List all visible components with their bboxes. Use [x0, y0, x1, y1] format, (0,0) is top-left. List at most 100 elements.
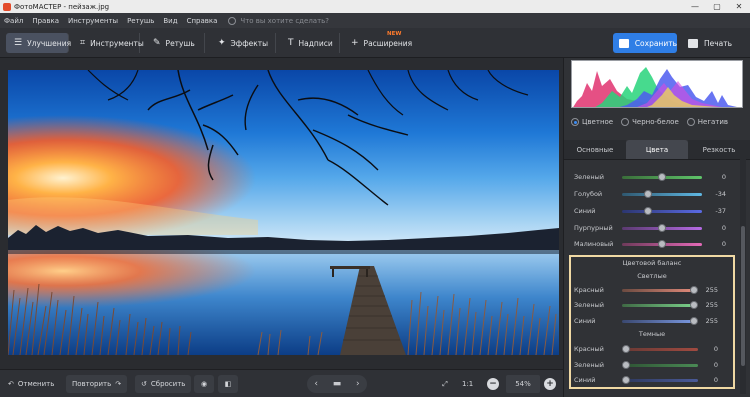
slider-knob[interactable] [658, 173, 666, 181]
preview-toggle-button[interactable]: ◉ [194, 375, 214, 393]
slider-knob[interactable] [622, 376, 630, 384]
tab-tools[interactable]: ⌗ Инструменты [72, 33, 144, 53]
tab-effects[interactable]: ✦ Эффекты [210, 33, 276, 53]
zoom-level[interactable]: 54% [506, 375, 540, 393]
mode-color[interactable]: Цветное [571, 118, 613, 126]
mode-label: Негатив [697, 118, 729, 126]
undo-button[interactable]: ↶ Отменить [8, 375, 54, 393]
slider-value: -37 [715, 207, 726, 215]
fit-screen-button[interactable]: ⤢ [438, 375, 452, 393]
slider-dark-blue[interactable]: Синий 0 [574, 373, 732, 387]
slider-track[interactable] [622, 320, 694, 323]
tab-sharpness[interactable]: Резкость [688, 140, 750, 160]
slider-value: -34 [715, 190, 726, 198]
zoom-out-button[interactable]: − [487, 375, 499, 393]
highlights-title: Светлые [637, 272, 667, 280]
photo-preview[interactable] [8, 70, 559, 355]
slider-track[interactable] [622, 304, 694, 307]
slider-label: Синий [574, 376, 596, 384]
tab-label: Надписи [298, 38, 333, 48]
compare-icon: ◧ [224, 380, 232, 388]
radio-icon [686, 118, 695, 126]
slider-track[interactable] [622, 193, 702, 196]
text-icon: T [288, 38, 294, 48]
tab-enhancements[interactable]: ☰ Улучшения [6, 33, 72, 53]
slider-cyan[interactable]: Голубой -34 [574, 187, 740, 201]
eye-icon: ◉ [200, 380, 208, 388]
slider-knob[interactable] [644, 190, 653, 198]
slider-purple[interactable]: Пурпурный 0 [574, 221, 740, 235]
print-button[interactable]: Печать [684, 33, 746, 53]
redo-button[interactable]: Повторить ↷ [66, 375, 128, 393]
slider-knob[interactable] [643, 207, 652, 215]
next-image-icon[interactable]: › [356, 379, 360, 389]
tab-label: Улучшения [27, 38, 72, 48]
mode-negative[interactable]: Негатив [686, 118, 729, 126]
sliders-icon: ☰ [14, 38, 23, 48]
slider-knob[interactable] [622, 361, 630, 369]
actual-size-button[interactable]: 1:1 [462, 375, 473, 393]
slider-label: Красный [574, 286, 604, 294]
radio-icon [571, 118, 579, 126]
menu-help[interactable]: Справка [187, 17, 218, 25]
slider-knob[interactable] [658, 224, 666, 232]
reset-button[interactable]: ↺ Сбросить [135, 375, 192, 393]
slider-knob[interactable] [690, 286, 698, 294]
printer-icon [688, 38, 698, 48]
slider-dark-red[interactable]: Красный 0 [574, 342, 732, 356]
panel-scrollbar[interactable] [740, 158, 746, 394]
slider-blue[interactable]: Синий -37 [574, 204, 740, 218]
plus-icon: + [351, 38, 359, 48]
slider-track[interactable] [626, 379, 698, 382]
slider-value: 0 [721, 240, 726, 248]
slider-knob[interactable] [690, 301, 698, 309]
compare-button[interactable]: ◧ [218, 375, 238, 393]
menu-retouch[interactable]: Ретушь [127, 17, 154, 25]
title-bar: ФотоМАСТЕР - пейзаж.jpg — ▢ ✕ [0, 0, 750, 13]
slider-green[interactable]: Зеленый 0 [574, 170, 740, 184]
zoom-in-button[interactable]: + [544, 375, 556, 393]
menu-view[interactable]: Вид [163, 17, 177, 25]
slider-track[interactable] [626, 364, 698, 367]
menu-file[interactable]: Файл [4, 17, 23, 25]
save-label: Сохранить [634, 38, 677, 48]
slider-track[interactable] [626, 348, 698, 351]
slider-light-green[interactable]: Зеленый 255 [574, 298, 732, 312]
tab-text[interactable]: T Надписи [280, 33, 340, 53]
slider-label: Малиновый [574, 240, 614, 248]
folder-icon[interactable]: ▬ [333, 379, 342, 389]
slider-value: 0 [721, 173, 726, 181]
shadows-title: Темные [638, 330, 666, 338]
menu-edit[interactable]: Правка [32, 17, 59, 25]
maximize-button[interactable]: ▢ [706, 0, 728, 13]
menu-search[interactable]: Что вы хотите сделать? [228, 16, 329, 25]
close-button[interactable]: ✕ [728, 0, 750, 13]
slider-track[interactable] [622, 289, 694, 292]
previous-image-icon[interactable]: ‹ [314, 379, 318, 389]
slider-light-red[interactable]: Красный 255 [574, 283, 732, 297]
slider-value: 0 [721, 224, 726, 232]
landscape-photo [8, 70, 559, 355]
slider-knob[interactable] [622, 345, 630, 353]
slider-label: Зеленый [574, 173, 604, 181]
slider-dark-green[interactable]: Зеленый 0 [574, 358, 732, 372]
color-balance-title: Цветовой баланс [622, 259, 682, 267]
slider-label: Зеленый [574, 361, 604, 369]
tab-colors[interactable]: Цвета [626, 140, 688, 160]
slider-magenta[interactable]: Малиновый 0 [574, 237, 740, 251]
mode-bw[interactable]: Черно-белое [621, 118, 679, 126]
tab-basic[interactable]: Основные [564, 140, 626, 160]
tab-retouch[interactable]: ✎ Ретушь [145, 33, 205, 53]
brush-icon: ✎ [153, 38, 161, 48]
slider-knob[interactable] [658, 240, 666, 248]
mode-label: Цветное [582, 118, 614, 126]
slider-light-blue[interactable]: Синий 255 [574, 314, 732, 328]
print-label: Печать [704, 38, 733, 48]
scrollbar-thumb[interactable] [741, 226, 745, 366]
minimize-button[interactable]: — [684, 0, 706, 13]
slider-track[interactable] [622, 210, 702, 213]
menu-tools[interactable]: Инструменты [68, 17, 118, 25]
save-button[interactable]: Сохранить [613, 33, 677, 53]
slider-knob[interactable] [690, 317, 698, 325]
slider-label: Синий [574, 317, 596, 325]
